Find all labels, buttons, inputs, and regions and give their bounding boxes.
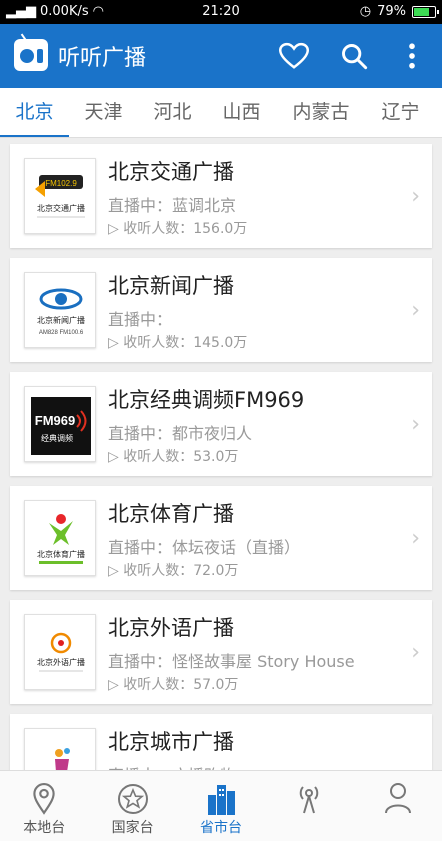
- heart-icon: [279, 42, 309, 69]
- location-pin-icon: [33, 783, 55, 815]
- person-icon: [384, 783, 411, 814]
- svg-text:北京体育广播: 北京体育广播: [37, 549, 85, 559]
- star-circle-icon: [117, 784, 148, 814]
- station-live-program: 直播中：都市夜归人: [108, 424, 253, 443]
- nav-label: 本地台: [23, 820, 66, 836]
- station-card[interactable]: 北京体育广播 北京体育广播 直播中：体坛夜话（直播） ▷ 收听人数：72.0万 …: [10, 486, 432, 590]
- station-logo: FM969 经典调频: [24, 386, 96, 462]
- radio-tower-icon: [300, 786, 319, 814]
- tab-liaoning[interactable]: 辽宁: [366, 88, 435, 137]
- station-listeners: ▷ 收听人数：145.0万: [108, 335, 248, 351]
- tab-neimenggu[interactable]: 内蒙古: [276, 88, 366, 137]
- station-logo: FM102.9 北京交通广播: [24, 158, 96, 234]
- alarm-icon: ◷: [359, 4, 372, 19]
- chevron-right-icon: ›: [411, 640, 420, 665]
- station-listeners: ▷ 收听人数：57.0万: [108, 677, 239, 693]
- station-card[interactable]: 北京外语广播 北京外语广播 直播中：怪怪故事屋 Story House ▷ 收听…: [10, 600, 432, 704]
- station-live-program: 直播中：: [108, 310, 173, 329]
- chevron-right-icon: ›: [411, 184, 420, 209]
- favorites-button[interactable]: [276, 38, 312, 74]
- station-card[interactable]: 北京城市广播 直播中：广播购物: [10, 714, 432, 770]
- nav-provincial[interactable]: 省市台: [177, 771, 265, 841]
- station-name: 北京外语广播: [108, 616, 234, 640]
- tab-shanxi[interactable]: 山西: [207, 88, 276, 137]
- station-name: 北京城市广播: [108, 730, 234, 754]
- svg-text:FM969: FM969: [35, 413, 75, 428]
- station-logo: 北京体育广播: [24, 500, 96, 576]
- nav-label: 国家台: [111, 820, 154, 836]
- chevron-right-icon: ›: [411, 526, 420, 551]
- app-bar: 听听广播: [0, 24, 442, 88]
- svg-text:北京新闻广播: 北京新闻广播: [37, 315, 85, 325]
- station-logo: [24, 728, 96, 770]
- station-live-program: 直播中：广播购物: [108, 762, 236, 770]
- svg-text:经典调频: 经典调频: [41, 433, 73, 443]
- svg-text:北京交通广播: 北京交通广播: [37, 203, 85, 213]
- bottom-nav: 本地台 国家台 省市台: [0, 770, 442, 841]
- search-icon: [342, 44, 368, 70]
- chevron-right-icon: ›: [411, 412, 420, 437]
- station-name: 北京交通广播: [108, 160, 234, 184]
- search-button[interactable]: [336, 38, 372, 74]
- tab-beijing[interactable]: 北京: [0, 88, 69, 137]
- station-name: 北京新闻广播: [108, 274, 234, 298]
- app-title: 听听广播: [58, 46, 147, 71]
- station-card[interactable]: 北京新闻广播 AM828 FM100.6 北京新闻广播 直播中： ▷ 收听人数：…: [10, 258, 432, 362]
- more-button[interactable]: [394, 38, 430, 74]
- station-listeners: ▷ 收听人数：53.0万: [108, 449, 239, 465]
- nav-national[interactable]: 国家台: [88, 771, 176, 841]
- status-bar: ▂▄▆ 0.00K/s ◠ 21:20 ◷ 79%: [0, 0, 442, 24]
- region-tabs: 北京 天津 河北 山西 内蒙古 辽宁: [0, 88, 442, 138]
- station-logo: 北京外语广播: [24, 614, 96, 690]
- nav-profile[interactable]: [354, 771, 442, 841]
- station-logo: 北京新闻广播 AM828 FM100.6: [24, 272, 96, 348]
- city-buildings-icon: [208, 785, 236, 815]
- svg-text:北京外语广播: 北京外语广播: [37, 657, 85, 667]
- station-listeners: ▷ 收听人数：156.0万: [108, 221, 248, 237]
- station-live-program: 直播中：体坛夜话（直播）: [108, 538, 301, 557]
- svg-text:AM828 FM100.6: AM828 FM100.6: [39, 330, 84, 336]
- station-name: 北京经典调频FM969: [108, 388, 305, 412]
- status-right: ◷ 79%: [359, 4, 439, 19]
- battery-icon: [412, 5, 439, 18]
- battery-percent: 79%: [377, 4, 406, 19]
- nav-local[interactable]: 本地台: [0, 771, 88, 841]
- nav-radio[interactable]: [265, 771, 353, 841]
- tab-tianjin[interactable]: 天津: [69, 88, 138, 137]
- station-listeners: ▷ 收听人数：72.0万: [108, 563, 239, 579]
- tab-hebei[interactable]: 河北: [138, 88, 207, 137]
- radio-icon: [14, 33, 48, 71]
- station-list: FM102.9 北京交通广播 北京交通广播 直播中：蓝调北京 ▷ 收听人数：15…: [0, 138, 442, 770]
- logo-text: FM102.9: [45, 179, 77, 188]
- station-card[interactable]: FM102.9 北京交通广播 北京交通广播 直播中：蓝调北京 ▷ 收听人数：15…: [10, 144, 432, 248]
- station-live-program: 直播中：怪怪故事屋 Story House: [108, 652, 355, 671]
- station-card[interactable]: FM969 经典调频 北京经典调频FM969 直播中：都市夜归人 ▷ 收听人数：…: [10, 372, 432, 476]
- chevron-right-icon: ›: [411, 298, 420, 323]
- nav-label: 省市台: [200, 820, 243, 836]
- more-vert-icon: [409, 43, 415, 69]
- station-live-program: 直播中：蓝调北京: [108, 196, 237, 215]
- station-name: 北京体育广播: [108, 502, 234, 526]
